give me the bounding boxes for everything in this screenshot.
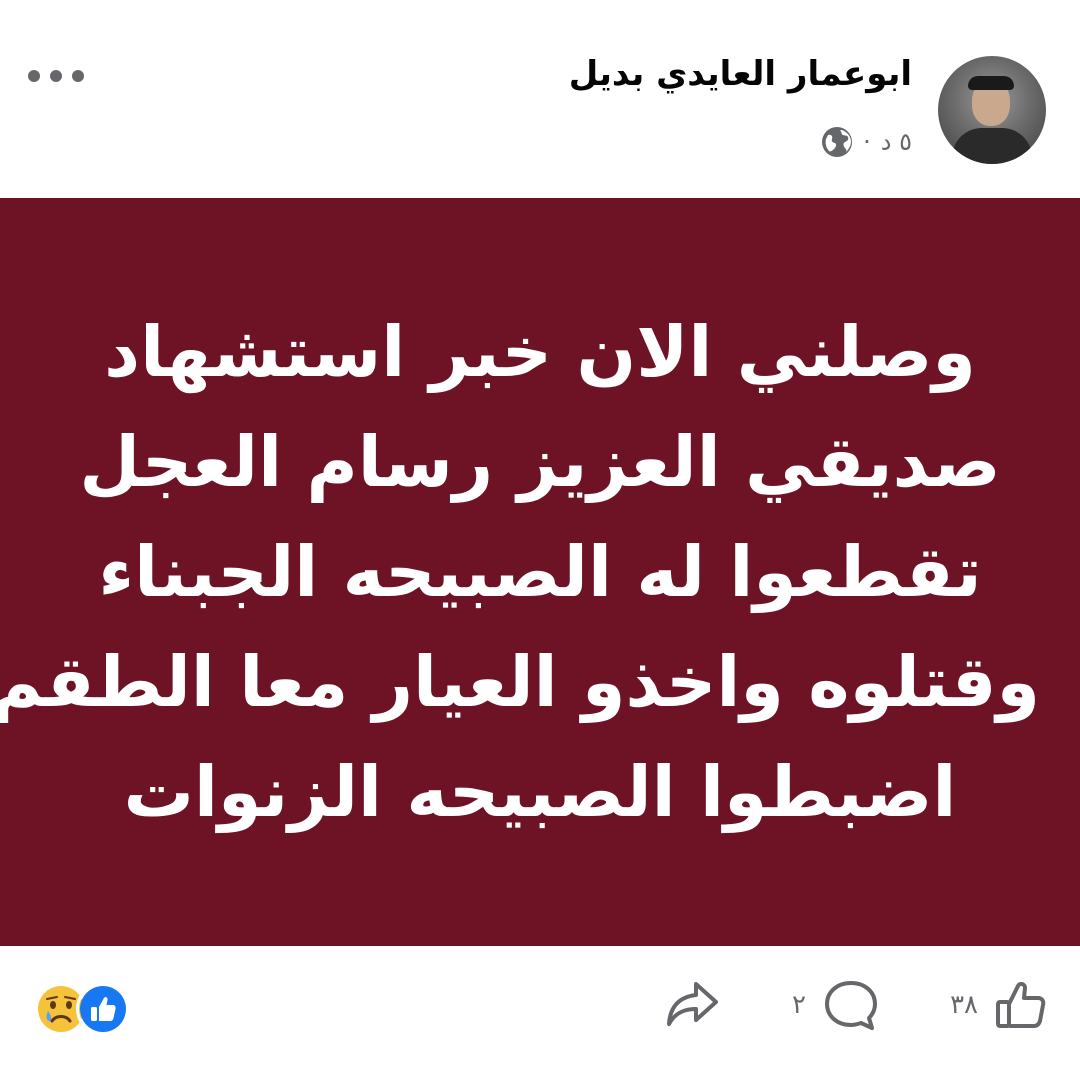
post-meta: ٥ د ·	[821, 124, 912, 160]
more-horizontal-icon[interactable]	[28, 64, 84, 88]
more-dot	[72, 70, 84, 82]
more-dot	[28, 70, 40, 82]
avatar[interactable]	[938, 56, 1046, 164]
comment-count: ٢	[792, 990, 806, 1020]
avatar-cap	[968, 76, 1014, 90]
reaction-summary[interactable]	[34, 982, 134, 1036]
more-dot	[50, 70, 62, 82]
post-header: ابوعمار العايدي بديل ٥ د ·	[0, 0, 1080, 198]
post-footer	[0, 946, 1080, 1080]
author-name[interactable]: ابوعمار العايدي بديل	[569, 54, 912, 94]
post-text: وصلني الان خبر استشهاد صديقي العزيز رسام…	[0, 297, 1040, 847]
comment-icon	[822, 978, 880, 1032]
like-count: ٣٨	[950, 990, 978, 1020]
avatar-body	[952, 128, 1032, 164]
share-button[interactable]	[664, 978, 720, 1030]
share-icon	[664, 978, 720, 1030]
meta-separator: ·	[863, 128, 871, 156]
thumbs-up-icon	[994, 978, 1048, 1032]
post-text-line: وصلني الان خبر استشهاد	[104, 311, 976, 393]
post-card[interactable]: وصلني الان خبر استشهاد صديقي العزيز رسام…	[0, 198, 1080, 946]
globe-icon[interactable]	[821, 126, 853, 158]
like-button[interactable]: ٣٨	[950, 978, 1048, 1032]
post-text-line: اضبطوا الصبيحه الزنوات	[123, 751, 957, 833]
like-reaction-icon	[76, 982, 130, 1036]
post-text-line: صديقي العزيز رسام العجل	[79, 421, 1001, 503]
post-text-line: تقطعوا له الصبيحه الجبناء	[98, 531, 982, 613]
post-text-line: وقتلوه واخذو العيار معا الطقم	[0, 641, 1040, 723]
post-time[interactable]: ٥ د	[881, 128, 912, 156]
comment-button[interactable]: ٢	[792, 978, 880, 1032]
